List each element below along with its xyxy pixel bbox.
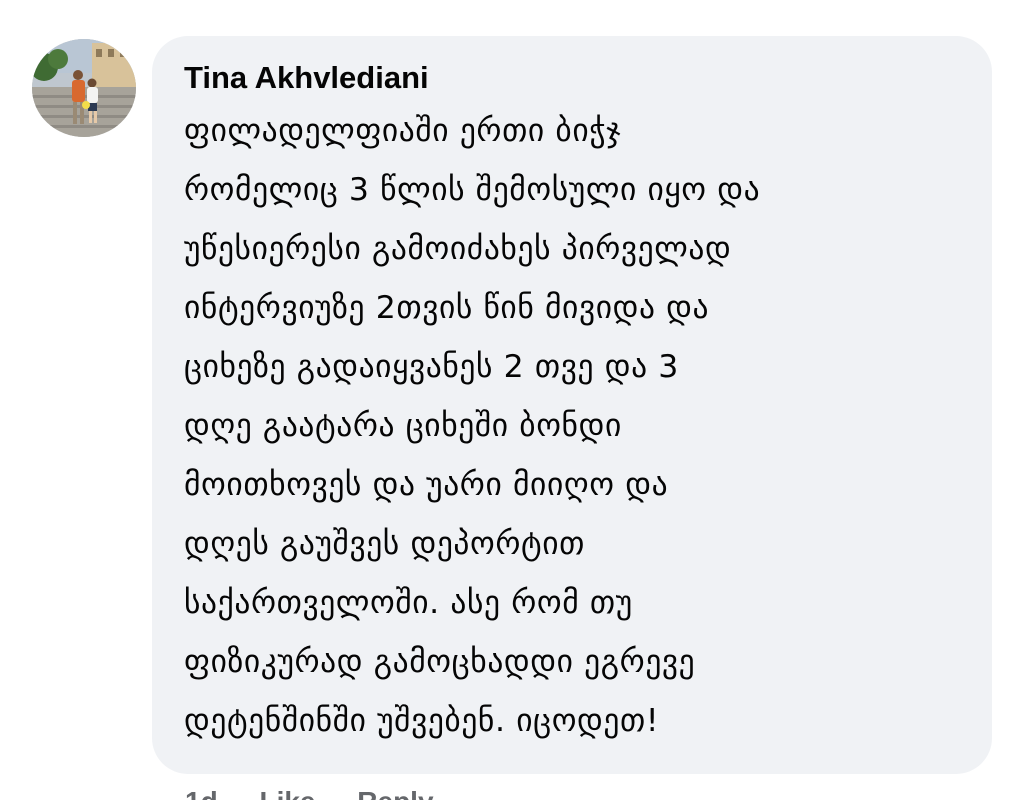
comment-text-line: უწესიერესი გამოიძახეს პირველად <box>184 231 732 267</box>
like-button[interactable]: Like <box>259 786 315 800</box>
comment-text-line: ინტერვიუზე 2თვის წინ მივიდა და <box>184 290 710 326</box>
comment-text-line: დეტენშინში უშვებენ. იცოდეთ! <box>184 703 660 739</box>
comment-thread: Tina Akhvlediani ფილადელფიაში ერთი ბიჭჯ … <box>0 0 1024 800</box>
comment-actions: 1d Like Reply <box>185 785 468 800</box>
comment-text-line: დღე გაატარა ციხეში ბონდი <box>184 408 622 444</box>
profile-photo-icon <box>32 39 136 137</box>
comment-text-line: საქართველოში. ასე რომ თუ <box>184 585 633 621</box>
comment-text-line: ფილადელფიაში ერთი ბიჭჯ <box>184 113 622 149</box>
comment-text-line: რომელიც 3 წლის შემოსული იყო და <box>184 172 761 208</box>
comment-text-line: ფიზიკურად გამოცხადდი ეგრევე <box>184 644 696 680</box>
comment-bubble: Tina Akhvlediani ფილადელფიაში ერთი ბიჭჯ … <box>152 36 992 774</box>
avatar[interactable] <box>32 39 136 137</box>
comment-text-line: ციხეზე გადაიყვანეს 2 თვე და 3 <box>184 349 679 385</box>
comment-text-line: დღეს გაუშვეს დეპორტით <box>184 526 585 562</box>
reply-button[interactable]: Reply <box>357 786 433 800</box>
comment-text-line: მოითხოვეს და უარი მიიღო და <box>184 467 669 503</box>
comment-timestamp[interactable]: 1d <box>185 786 218 800</box>
comment-author[interactable]: Tina Akhvlediani <box>184 58 972 98</box>
